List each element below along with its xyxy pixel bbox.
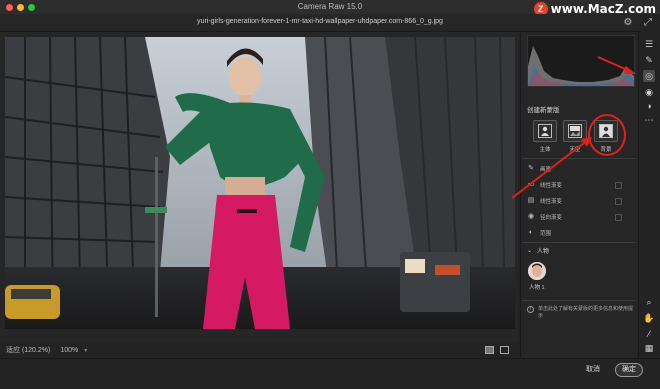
tool-linear-gradient-label: 线性渐变 [540,183,563,189]
compare-view-icon[interactable] [500,346,509,354]
ok-button[interactable]: 确定 [615,363,643,377]
info-icon: i [527,306,534,313]
range-icon: ◐ [528,229,534,236]
panel-divider [522,242,636,243]
tool-shortcut-box [615,181,622,189]
tool-radial-gradient-label: 径向渐变 [540,215,563,221]
tool-shortcut-box [615,197,622,205]
tool-radial-gradient[interactable]: ◉ 径向渐变 [527,212,622,222]
grid-icon[interactable]: ▦ [643,342,655,354]
edit-sliders-icon[interactable]: ☰ [643,38,655,50]
people-header-label: 人物 [537,249,550,255]
tool-linear-gradient-2-label: 线性渐变 [540,199,563,205]
tool-range-label: 范围 [540,231,552,237]
before-after-icon[interactable] [485,346,494,354]
brush-icon: ✎ [528,165,534,172]
photo-preview[interactable] [5,37,515,329]
tool-linear-gradient[interactable]: ▭ 线性渐变 [527,180,622,190]
zoom-tool-icon[interactable]: ⌕ [643,296,655,308]
tool-linear-gradient-2[interactable]: ▤ 线性渐变 [527,196,622,206]
tool-range[interactable]: ◐ 范围 [527,228,551,238]
masking-tool-icon[interactable]: ◎ [643,70,655,82]
tool-brush[interactable]: ✎ 画笔 [527,164,551,174]
histogram [527,35,635,87]
mask-subject-label: 主体 [539,147,551,153]
person-label: 人物 1 [529,285,545,291]
zoom-fit-label[interactable]: 适应 (120.2%) [6,345,50,355]
settings-gear-icon[interactable]: ⚙ [622,17,634,29]
person-face-image [528,262,546,280]
people-section-header[interactable]: ⌄ 人物 [527,246,549,255]
zoom-level[interactable]: 100% [60,347,78,354]
photo-image [5,37,515,329]
presets-icon[interactable]: ◑ [643,100,655,112]
fullscreen-icon[interactable] [640,2,652,14]
more-options-icon[interactable]: ⋯ [643,114,655,126]
linear-gradient-icon: ▭ [527,181,535,188]
eyedropper-icon[interactable]: ⁄ [643,328,655,340]
hand-tool-icon[interactable]: ✋ [643,312,655,324]
tool-shortcut-box [615,213,622,221]
dialog-footer [0,358,660,389]
mask-sky-button[interactable] [563,120,587,142]
zoom-bar: 适应 (120.2%) 100% ▾ [0,342,518,358]
image-canvas[interactable] [0,32,518,342]
cancel-button[interactable]: 取消 [578,363,608,377]
mask-sky-label: 天空 [569,147,581,153]
camera-raw-window: Camera Raw 15.0 Z www.MacZ.com yuri-girl… [0,0,660,389]
file-name: yuri-girls-generation-forever-1-mr-taxi-… [197,18,443,25]
annotation-circle [588,114,626,156]
mask-info-text[interactable]: 单击此处了解有关蒙版的更多信息和使用提示 [538,306,635,320]
chevron-down-icon: ⌄ [527,248,533,254]
histogram-graph [528,46,634,86]
mask-subject-button[interactable] [533,120,557,142]
radial-gradient-icon: ◉ [527,213,535,220]
sky-icon [568,124,582,138]
red-eye-icon[interactable]: ◉ [643,86,655,98]
tool-brush-label: 画笔 [540,167,552,173]
file-bar: yuri-girls-generation-forever-1-mr-taxi-… [0,14,640,32]
zoom-dropdown-icon[interactable]: ▾ [84,347,87,354]
person-thumbnail[interactable] [528,262,546,280]
mask-info-note: i 单击此处了解有关蒙版的更多信息和使用提示 [527,306,635,320]
expand-icon[interactable]: ⤢ [642,17,654,29]
linear-gradient-icon: ▤ [527,197,535,204]
healing-brush-icon[interactable]: ✎ [643,54,655,66]
subject-icon [538,124,552,138]
create-mask-title: 创建新蒙版 [527,107,560,114]
panel-divider [522,300,636,301]
panel-divider [522,158,636,159]
